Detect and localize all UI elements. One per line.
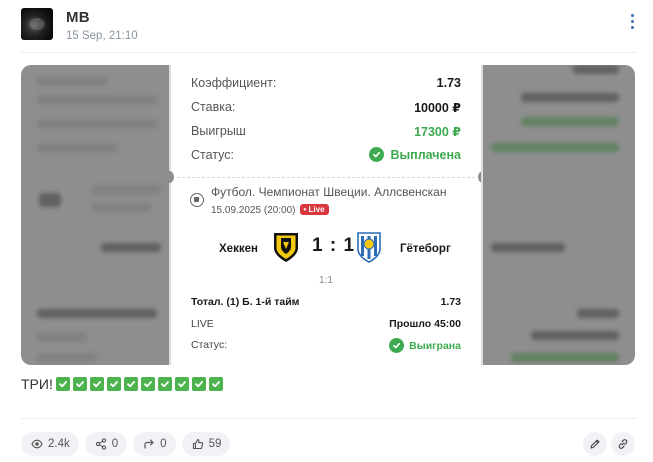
check-mark-emoji-icon <box>72 377 87 391</box>
footer-divider <box>21 418 637 419</box>
views-counter[interactable]: 2.4k <box>21 432 79 456</box>
more-options-icon[interactable] <box>627 14 637 32</box>
post-image[interactable]: Коэффициент: 1.73 Ставка: 10000 ₽ Выигры… <box>21 65 635 365</box>
post-timestamp: 15 Sep, 21:10 <box>66 30 138 42</box>
away-team: Гётеборг <box>400 243 451 255</box>
half-time-score: 1:1 <box>319 275 333 286</box>
winnings-label: Выигрыш <box>191 124 246 138</box>
check-mark-emoji-icon <box>191 377 206 391</box>
check-circle-icon <box>389 338 405 353</box>
match-date-text: 15.09.2025 (20:00) <box>211 205 296 216</box>
home-team: Хеккен <box>219 243 258 255</box>
event-status-label: Статус: <box>191 339 228 351</box>
edit-button[interactable] <box>583 432 607 456</box>
live-badge: • Live <box>299 204 329 215</box>
market-name: Тотал. (1) Б. 1-й тайм <box>191 296 300 308</box>
share-icon <box>95 438 106 450</box>
away-team-crest-icon <box>357 232 381 263</box>
like-button[interactable]: 59 <box>181 432 231 456</box>
coefficient-row: Коэффициент: 1.73 <box>191 76 461 92</box>
post-actions: 2.4k 0 0 59 <box>21 432 231 456</box>
match-score: 1 : 1 <box>312 235 356 256</box>
link-icon <box>618 439 628 449</box>
event-status-row: Статус: Выиграна <box>191 338 461 353</box>
coefficient-label: Коэффициент: <box>191 76 277 90</box>
post-header: MB 15 Sep, 21:10 <box>21 6 637 46</box>
stake-row: Ставка: 10000 ₽ <box>191 100 461 116</box>
share-button[interactable]: 0 <box>84 432 128 456</box>
check-mark-emoji-icon <box>123 377 138 391</box>
post-text-content: ТРИ! <box>21 376 53 392</box>
repost-arrow-icon <box>144 439 154 449</box>
winnings-value: 17300 ₽ <box>414 125 461 139</box>
check-mark-emoji-icon <box>55 377 70 391</box>
check-mark-emoji-icon <box>174 377 189 391</box>
check-mark-emoji-icon <box>89 377 104 391</box>
winnings-row: Выигрыш 17300 ₽ <box>191 124 461 140</box>
home-team-crest-icon <box>274 233 298 262</box>
shares-count: 0 <box>111 438 119 450</box>
market-odds: 1.73 <box>440 296 461 308</box>
avatar[interactable] <box>21 8 53 40</box>
event-status-value: Выиграна <box>409 339 461 352</box>
check-mark-emoji-icon <box>157 377 172 391</box>
thumbs-up-icon <box>192 438 203 450</box>
check-mark-emoji-icon <box>140 377 155 391</box>
status-row: Статус: Выплачена <box>191 147 461 164</box>
stake-label: Ставка: <box>191 100 236 114</box>
check-circle-icon <box>369 147 385 162</box>
copy-link-button[interactable] <box>611 432 635 456</box>
period-value: Прошло 45:00 <box>389 318 461 330</box>
eye-icon <box>31 439 43 449</box>
stake-value: 10000 ₽ <box>414 101 461 115</box>
ticket-separator <box>177 177 475 178</box>
views-count: 2.4k <box>48 438 70 450</box>
check-mark-emoji-icon <box>106 377 121 391</box>
status-value: Выплачена <box>390 147 461 162</box>
football-icon <box>190 193 204 207</box>
repost-button[interactable]: 0 <box>133 432 176 456</box>
period-row: LIVE Прошло 45:00 <box>191 318 461 332</box>
market-row: Тотал. (1) Б. 1-й тайм 1.73 <box>191 296 461 310</box>
check-mark-emoji-icon <box>208 377 223 391</box>
period-label: LIVE <box>191 318 214 330</box>
header-divider <box>21 52 637 53</box>
reposts-count: 0 <box>160 438 167 450</box>
league-name: Футбол. Чемпионат Швеции. Аллсвенскан <box>211 185 447 199</box>
bet-slip-card: Коэффициент: 1.73 Ставка: 10000 ₽ Выигры… <box>164 65 488 365</box>
pencil-icon <box>590 439 600 449</box>
match-date: 15.09.2025 (20:00) • Live <box>211 204 329 216</box>
likes-count: 59 <box>208 438 222 450</box>
post-text: ТРИ! <box>21 376 223 392</box>
status-label: Статус: <box>191 148 234 162</box>
coefficient-value: 1.73 <box>436 76 461 90</box>
author-name[interactable]: MB <box>66 9 90 26</box>
